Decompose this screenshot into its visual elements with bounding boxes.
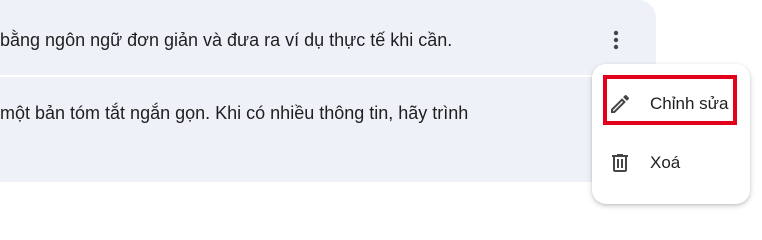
more-options-button[interactable] — [600, 24, 632, 56]
delete-menu-label: Xoá — [650, 153, 681, 172]
instructions-card: bằng ngôn ngữ đơn giản và đưa ra ví dụ t… — [0, 0, 656, 182]
more-vertical-icon — [613, 30, 619, 50]
context-menu: Chỉnh sửa Xoá — [592, 64, 750, 204]
list-item: một bản tóm tắt ngắn gọn. Khi có nhiều t… — [0, 77, 656, 182]
list-item-text: một bản tóm tắt ngắn gọn. Khi có nhiều t… — [0, 103, 469, 123]
stage: bằng ngôn ngữ đơn giản và đưa ra ví dụ t… — [0, 0, 762, 211]
delete-menu-item[interactable]: Xoá — [592, 137, 750, 189]
edit-menu-item[interactable]: Chỉnh sửa — [592, 78, 750, 130]
edit-menu-label: Chỉnh sửa — [650, 94, 729, 113]
list-item-text: bằng ngôn ngữ đơn giản và đưa ra ví dụ t… — [0, 30, 453, 50]
pencil-icon — [611, 94, 630, 113]
trash-icon — [612, 154, 628, 172]
list-item: bằng ngôn ngữ đơn giản và đưa ra ví dụ t… — [0, 0, 656, 75]
